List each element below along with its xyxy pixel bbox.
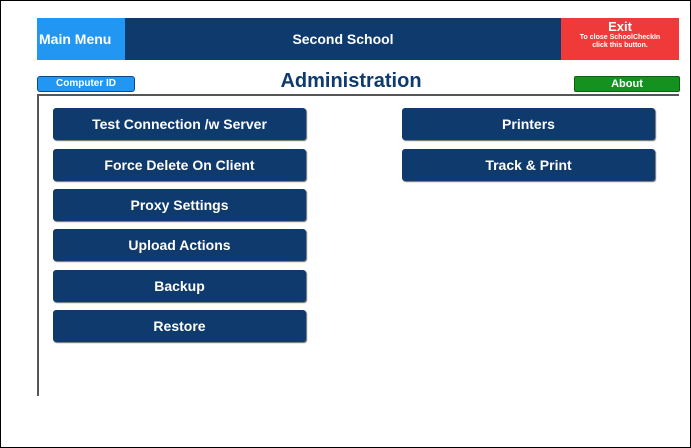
restore-button[interactable]: Restore bbox=[53, 310, 306, 342]
upload-actions-button[interactable]: Upload Actions bbox=[53, 229, 306, 261]
computer-id-button[interactable]: Computer ID bbox=[37, 76, 135, 92]
track-print-button[interactable]: Track & Print bbox=[402, 149, 655, 181]
exit-label: Exit bbox=[608, 19, 632, 34]
about-button[interactable]: About bbox=[574, 76, 680, 92]
app-frame: Main Menu Second School Exit To close Sc… bbox=[0, 0, 691, 448]
exit-hint-line2: click this button. bbox=[592, 42, 648, 49]
backup-button[interactable]: Backup bbox=[53, 270, 306, 302]
exit-button[interactable]: Exit To close SchoolCheckIn click this b… bbox=[561, 18, 679, 60]
printers-button[interactable]: Printers bbox=[402, 108, 655, 140]
proxy-settings-button[interactable]: Proxy Settings bbox=[53, 189, 306, 221]
exit-hint-line1: To close SchoolCheckIn bbox=[579, 34, 661, 41]
force-delete-button[interactable]: Force Delete On Client bbox=[53, 149, 306, 181]
test-connection-button[interactable]: Test Connection /w Server bbox=[53, 108, 306, 140]
main-menu-button[interactable]: Main Menu bbox=[37, 18, 125, 60]
page-title: Administration bbox=[280, 70, 422, 92]
school-name: Second School bbox=[292, 31, 394, 47]
